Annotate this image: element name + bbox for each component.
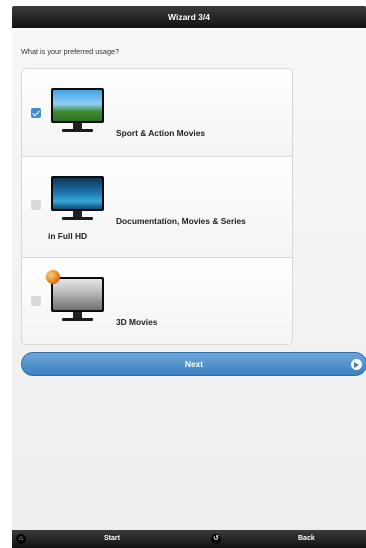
option-label: Documentation, Movies & Series (116, 216, 246, 226)
next-button-label: Next (184, 359, 204, 369)
back-button[interactable]: ↺ Back (197, 530, 366, 548)
option-sport-action[interactable]: Sport & Action Movies (22, 69, 292, 157)
start-label: Start (104, 535, 120, 542)
checkbox-3d-movies[interactable] (31, 296, 41, 306)
content-area: What is your preferred usage? Sport & Ac… (12, 28, 366, 530)
usage-options-list: Sport & Action Movies Documentation, Mov… (21, 68, 293, 345)
next-button[interactable]: Next (21, 352, 366, 376)
back-icon: ↺ (211, 534, 221, 544)
question-label: What is your preferred usage? (21, 47, 120, 56)
start-button[interactable]: ⌂ Start (12, 530, 197, 548)
option-label: Sport & Action Movies (116, 128, 206, 138)
option-documentation[interactable]: Documentation, Movies & Series in Full H… (22, 157, 292, 258)
tv-3d-image (46, 270, 108, 326)
tv-documentary-image (46, 173, 108, 225)
option-label-continued: in Full HD (48, 231, 88, 241)
page-title: Wizard 3/4 (168, 12, 210, 22)
header-bar: Wizard 3/4 (12, 6, 366, 28)
tv-sports-image (46, 85, 108, 137)
arrow-right-icon (351, 359, 362, 370)
back-label: Back (298, 535, 315, 542)
home-icon: ⌂ (16, 534, 26, 544)
option-label: 3D Movies (116, 317, 158, 327)
option-3d-movies[interactable]: 3D Movies (22, 258, 292, 344)
checkbox-sport-action[interactable] (31, 108, 41, 118)
footer-toolbar: ⌂ Start ↺ Back (12, 530, 366, 548)
checkbox-documentation[interactable] (31, 200, 41, 210)
